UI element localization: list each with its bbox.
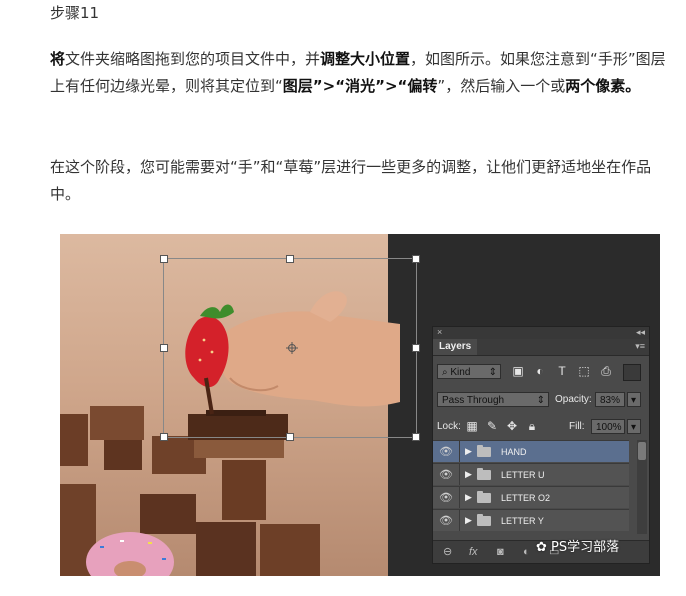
close-icon[interactable]: × <box>437 327 442 337</box>
eye-icon[interactable]: 👁︎ <box>437 468 455 482</box>
transform-handle[interactable] <box>286 255 294 263</box>
fill-label: Fill: <box>569 421 585 432</box>
transform-handle[interactable] <box>160 344 168 352</box>
adjustment-layer-icon[interactable]: ◐ <box>523 545 530 559</box>
folder-icon <box>477 445 491 457</box>
add-mask-icon[interactable]: ◙ <box>497 545 504 559</box>
bold-text: 将 <box>50 50 66 68</box>
eye-icon[interactable]: 👁︎ <box>437 491 455 505</box>
fill-field[interactable]: 100% <box>591 419 625 434</box>
type-filter-icon[interactable]: T <box>555 364 569 378</box>
folder-icon <box>477 514 491 526</box>
eye-icon[interactable]: 👁︎ <box>437 514 455 528</box>
shape-filter-icon[interactable]: ⬚ <box>577 364 591 378</box>
stepper-icon: ⇕ <box>488 367 497 378</box>
panel-titlebar: × ◂◂ <box>433 327 649 339</box>
opacity-field[interactable]: 83% <box>595 392 625 407</box>
layer-name: LETTER Y <box>501 516 544 526</box>
bold-text: 图层 <box>282 77 313 95</box>
layer-name: LETTER O2 <box>501 493 551 503</box>
wechat-icon: ✿ <box>536 540 552 555</box>
layers-list: 👁︎ ▶ HAND 👁︎ ▶ LETTER U 👁︎ ▶ LETTER O2 👁… <box>433 440 637 534</box>
text: 文件夹缩略图拖到您的项目文件中，并 <box>65 50 321 68</box>
layer-row-letter-u[interactable]: 👁︎ ▶ LETTER U <box>433 463 629 485</box>
expand-triangle-icon[interactable]: ▶ <box>465 446 472 457</box>
filter-toggle[interactable] <box>623 364 641 381</box>
link-layers-icon[interactable]: ⊖ <box>443 545 452 559</box>
lock-position-icon[interactable]: ✥ <box>505 419 519 433</box>
fx-icon[interactable]: fx <box>469 545 478 559</box>
pixel-filter-icon[interactable]: ▣ <box>511 364 525 378</box>
opacity-label: Opacity: <box>555 394 592 405</box>
paragraph-note: 在这个阶段，您可能需要对“手”和“草莓”层进行一些更多的调整，让他们更舒适地坐在… <box>50 158 652 203</box>
layer-name: HAND <box>501 447 527 457</box>
transform-handle[interactable] <box>160 255 168 263</box>
layer-name: LETTER U <box>501 470 545 480</box>
layers-panel: × ◂◂ Layers ▾≡ ⌕ Kind ⇕ ▣ ◐ T ⬚ ⎙ Pass Th… <box>432 326 650 564</box>
blend-row: Pass Through ⇕ Opacity: 83% ▾ <box>433 388 649 412</box>
transform-handle[interactable] <box>160 433 168 441</box>
lock-image-icon[interactable]: ✎ <box>485 419 499 433</box>
bold-text: 调整大小位置 <box>320 50 411 68</box>
tab-layers[interactable]: Layers <box>433 339 478 355</box>
bold-text: ”>“ <box>375 77 408 95</box>
eye-icon[interactable]: 👁︎ <box>437 445 455 459</box>
text: ”，然后输入一个或 <box>437 77 566 95</box>
layer-row-letter-y[interactable]: 👁︎ ▶ LETTER Y <box>433 509 629 531</box>
watermark-text: PS学习部落 <box>551 540 620 555</box>
lock-all-icon[interactable]: 🔒︎ <box>525 419 539 433</box>
lock-row: Lock: ▦ ✎ ✥ 🔒︎ Fill: 100% ▾ <box>433 414 649 438</box>
layer-row-hand[interactable]: 👁︎ ▶ HAND <box>433 440 629 462</box>
blend-mode-value: Pass Through <box>442 395 505 406</box>
lock-transparent-icon[interactable]: ▦ <box>465 419 479 433</box>
collapse-icon[interactable]: ◂◂ <box>636 327 645 338</box>
panel-tab-row: Layers ▾≡ <box>433 339 649 356</box>
reference-point-icon <box>286 342 298 354</box>
expand-triangle-icon[interactable]: ▶ <box>465 469 472 480</box>
opacity-dropdown-icon[interactable]: ▾ <box>627 392 641 407</box>
lock-label: Lock: <box>437 421 461 432</box>
stepper-icon: ⇕ <box>536 395 545 406</box>
scrollbar-thumb[interactable] <box>638 442 646 460</box>
transform-handle[interactable] <box>412 433 420 441</box>
smart-object-filter-icon[interactable]: ⎙ <box>599 364 613 378</box>
blend-mode-select[interactable]: Pass Through ⇕ <box>437 392 549 407</box>
filter-row: ⌕ Kind ⇕ ▣ ◐ T ⬚ ⎙ <box>433 360 649 384</box>
tutorial-illustration: × ◂◂ Layers ▾≡ ⌕ Kind ⇕ ▣ ◐ T ⬚ ⎙ Pass Th… <box>60 234 660 576</box>
bold-text: 两个像素。 <box>565 77 641 95</box>
bold-text: 偏转 <box>407 77 438 95</box>
layer-row-letter-o2[interactable]: 👁︎ ▶ LETTER O2 <box>433 486 629 508</box>
filter-kind-label: Kind <box>450 367 471 378</box>
transform-handle[interactable] <box>412 255 420 263</box>
bold-text: 消光 <box>345 77 376 95</box>
filter-kind-select[interactable]: ⌕ Kind ⇕ <box>437 364 501 379</box>
panel-menu-icon[interactable]: ▾≡ <box>635 341 645 352</box>
transform-handle[interactable] <box>412 344 420 352</box>
fill-dropdown-icon[interactable]: ▾ <box>627 419 641 434</box>
paragraph-instructions: 将文件夹缩略图拖到您的项目文件中，并调整大小位置，如图所示。如果您注意到“手形”… <box>50 46 666 100</box>
folder-icon <box>477 468 491 480</box>
expand-triangle-icon[interactable]: ▶ <box>465 492 472 503</box>
folder-icon <box>477 491 491 503</box>
bold-text: ”>“ <box>312 77 346 95</box>
adjustment-filter-icon[interactable]: ◐ <box>533 364 547 378</box>
transform-handle[interactable] <box>286 433 294 441</box>
layers-scrollbar[interactable] <box>637 440 647 534</box>
step-title: 步骤11 <box>50 4 100 22</box>
watermark: ✿ PS学习部落 <box>536 536 619 555</box>
expand-triangle-icon[interactable]: ▶ <box>465 515 472 526</box>
